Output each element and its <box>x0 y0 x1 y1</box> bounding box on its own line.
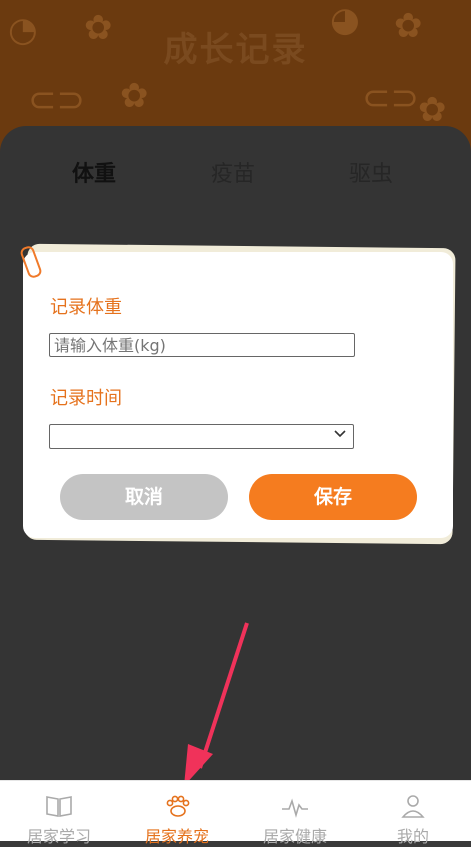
nav-label: 居家健康 <box>262 827 327 846</box>
tab-deworming[interactable]: 驱虫 <box>349 156 393 188</box>
time-select[interactable] <box>49 424 354 449</box>
bottom-nav: 居家学习 居家养宠 居家健康 我的 <box>0 780 471 846</box>
nav-item-health[interactable]: 居家健康 <box>236 781 354 846</box>
tab-bar: 体重 疫苗 驱虫 <box>0 156 471 196</box>
cancel-button[interactable]: 取消 <box>60 474 228 520</box>
page-title: 成长记录 <box>163 30 308 70</box>
weight-label: 记录体重 <box>50 297 122 318</box>
nav-item-profile[interactable]: 我的 <box>354 781 471 846</box>
nav-item-pets[interactable]: 居家养宠 <box>118 781 236 846</box>
time-label: 记录时间 <box>50 388 122 409</box>
user-icon <box>398 793 428 819</box>
bone-decoration-icon: ⊂⊃ <box>362 78 419 118</box>
paw-decoration-icon: ✿ <box>418 90 447 130</box>
nav-label: 居家学习 <box>26 827 91 846</box>
chevron-down-icon <box>333 426 347 444</box>
nav-item-study[interactable]: 居家学习 <box>0 781 118 846</box>
book-icon <box>44 793 74 819</box>
nav-label: 居家养宠 <box>144 827 209 846</box>
bone-decoration-icon: ⊂⊃ <box>28 80 85 120</box>
save-button[interactable]: 保存 <box>249 474 417 520</box>
paw-icon <box>162 793 192 819</box>
tab-weight[interactable]: 体重 <box>72 156 116 188</box>
nav-label: 我的 <box>396 827 429 846</box>
pulse-icon <box>280 793 310 819</box>
paw-decoration-icon: ✿ <box>120 76 149 116</box>
tab-vaccine[interactable]: 疫苗 <box>211 156 255 188</box>
weight-input[interactable] <box>49 333 355 357</box>
